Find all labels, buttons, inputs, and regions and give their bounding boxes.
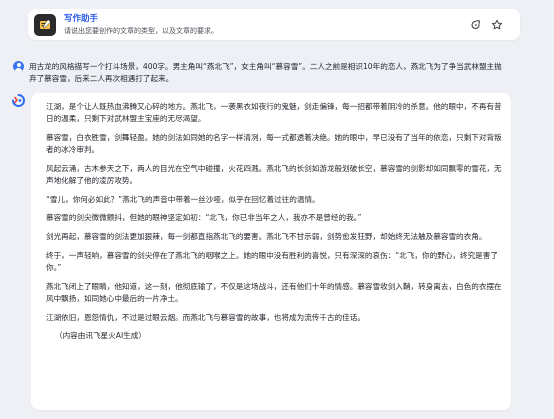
assistant-description: 请说出您要创作的文章的类型，以及文章的要求。: [64, 27, 218, 35]
answer-paragraph: “雪儿，你何必如此？”燕北飞的声音中带着一丝沙哑，似乎在回忆着过往的温情。: [46, 194, 320, 204]
assistant-title: 写作助手: [64, 14, 99, 24]
ai-generated-credit: （内容由讯飞星火AI生成）: [55, 331, 146, 341]
answer-paragraph: 江湖依旧，恩怨情仇，不过是过眼云烟。而燕北飞与慕容雪的故事，也将成为流传千古的佳…: [46, 312, 365, 322]
writing-assistant-logo-icon: [34, 14, 56, 36]
answer-paragraph: 风起云涌，古木参天之下，两人的目光在空气中碰撞，火花四溅。燕北飞的长剑如游龙般划…: [46, 163, 502, 186]
ai-answer-text: 江湖，是个让人既热血沸腾又心碎的地方。燕北飞，一袭黑衣如夜行的鬼魅，剑走偏锋，每…: [46, 101, 502, 343]
user-avatar: [13, 61, 24, 72]
answer-paragraph: 剑光再起，慕容雪的剑法更加狠辣，每一剑都直指燕北飞的要害。燕北飞不甘示弱，剑势愈…: [46, 232, 487, 242]
answer-paragraph: 燕北飞闭上了眼睛，他知道，这一刻，他彻底输了，不仅是这场战斗，还有他们十年的情感…: [46, 281, 502, 303]
share-icon: [471, 19, 481, 30]
answer-paragraph: 慕容雪的剑尖微微颤抖，但她的眼神坚定如初：“北飞，你已非当年之人，我亦不是曾经的…: [46, 213, 362, 223]
share-button[interactable]: [469, 18, 483, 32]
favorite-button[interactable]: [490, 18, 504, 32]
assistant-header: 写作助手 请说出您要创作的文章的类型，以及文章的要求。: [28, 9, 520, 40]
user-message: 用古龙的风格描写一个打斗场景，400字。男主角叫“燕北飞”，女主角叫“慕容雪”。…: [29, 62, 502, 83]
spark-ai-avatar-icon: [12, 94, 25, 107]
star-icon: [491, 19, 503, 30]
answer-paragraph: 终于，一声轻响，慕容雪的剑尖停在了燕北飞的咽喉之上。她的眼中没有胜利的喜悦，只有…: [46, 250, 498, 273]
answer-paragraph: 江湖，是个让人既热血沸腾又心碎的地方。燕北飞，一袭黑衣如夜行的鬼魅，剑走偏锋，每…: [46, 102, 502, 124]
answer-paragraph: 慕容雪，白衣胜雪，剑舞轻盈。她的剑法如同她的名字一样清冽，每一式都透着决绝。她的…: [46, 132, 502, 155]
ai-answer-card: 江湖，是个让人既热血沸腾又心碎的地方。燕北飞，一袭黑衣如夜行的鬼魅，剑走偏锋，每…: [31, 93, 511, 410]
